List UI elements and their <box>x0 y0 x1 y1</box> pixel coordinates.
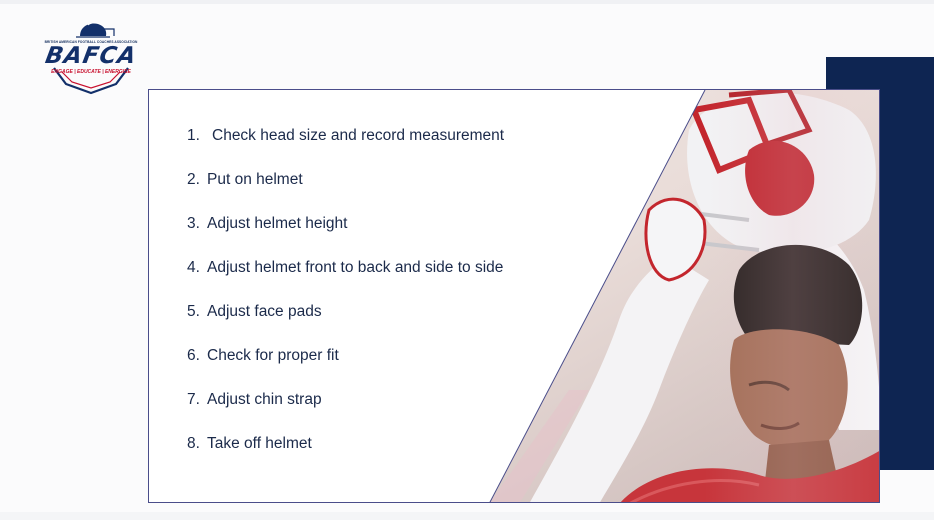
bafca-logo: BRITISH AMERICAN FOOTBALL COACHES ASSOCI… <box>32 16 150 96</box>
list-item: 8. Take off helmet <box>187 435 504 479</box>
step-text: Check for proper fit <box>207 347 339 364</box>
slide-card: 1. Check head size and record measurement… <box>148 89 880 503</box>
step-text: Adjust chin strap <box>207 391 322 408</box>
list-item: 5. Adjust face pads <box>187 303 504 347</box>
list-item: 1. Check head size and record measurement <box>187 127 504 171</box>
top-edge <box>0 0 934 4</box>
step-text: Put on helmet <box>207 171 303 188</box>
step-number: 3. <box>187 215 200 232</box>
step-number: 8. <box>187 435 200 452</box>
step-number: 5. <box>187 303 200 320</box>
list-item: 7. Adjust chin strap <box>187 391 504 435</box>
list-item: 2. Put on helmet <box>187 171 504 215</box>
step-number: 4. <box>187 259 200 276</box>
list-item: 3. Adjust helmet height <box>187 215 504 259</box>
brand-tagline: ENGAGE | EDUCATE | ENERGISE <box>51 69 131 75</box>
step-text: Adjust helmet height <box>207 215 348 232</box>
step-text: Adjust helmet front to back and side to … <box>207 259 504 276</box>
step-text: Adjust face pads <box>207 303 322 320</box>
step-number: 2. <box>187 171 200 188</box>
list-item: 4. Adjust helmet front to back and side t… <box>187 259 504 303</box>
step-number: 6. <box>187 347 200 364</box>
step-number: 7. <box>187 391 200 408</box>
step-number: 1. <box>187 127 200 144</box>
brand-wordmark: BAFCA <box>43 43 139 69</box>
step-text: Check head size and record measurement <box>212 127 505 144</box>
bottom-edge <box>0 512 934 520</box>
step-text: Take off helmet <box>207 435 312 452</box>
helmet-fitting-steps: 1. Check head size and record measurement… <box>187 127 504 479</box>
list-item: 6. Check for proper fit <box>187 347 504 391</box>
